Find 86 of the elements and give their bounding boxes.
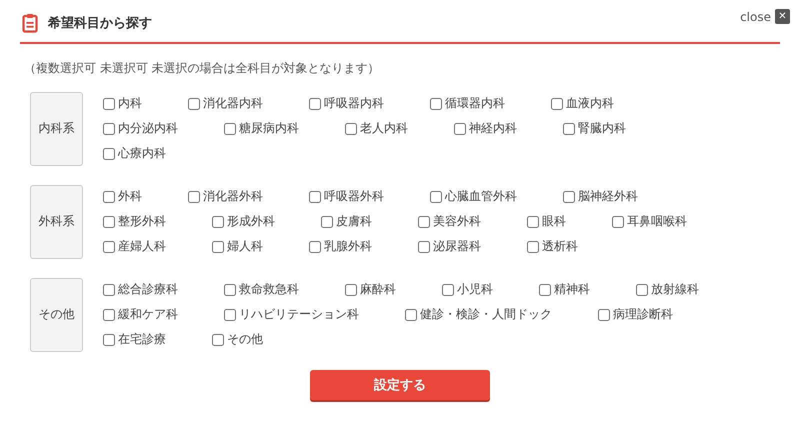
checkbox-label: 総合診療科 <box>118 281 178 298</box>
checkbox-label: 神経内科 <box>469 120 518 137</box>
checkbox[interactable] <box>212 216 224 228</box>
checkbox-label: 老人内科 <box>360 120 408 137</box>
checkbox[interactable] <box>309 240 322 252</box>
checkbox[interactable] <box>188 98 200 110</box>
submit-button[interactable]: 設定する <box>310 370 490 400</box>
checkbox[interactable] <box>212 240 224 252</box>
checkbox-label: 呼吸器内科 <box>324 95 384 112</box>
checkbox-label: 腎臓内科 <box>578 120 626 137</box>
checkbox-label: リハビリテーション科 <box>239 306 360 323</box>
checkbox-label: 心療内科 <box>118 145 166 162</box>
close-button[interactable]: close ✕ <box>740 9 790 24</box>
checkbox-label: 循環器内科 <box>445 95 506 112</box>
checkbox-label: 放射線科 <box>651 281 700 298</box>
checkbox[interactable] <box>454 122 466 134</box>
checkbox-label: 内科 <box>118 95 142 112</box>
checkbox[interactable] <box>345 122 358 134</box>
checkbox[interactable] <box>224 308 236 320</box>
checkbox[interactable] <box>539 284 552 296</box>
checkbox[interactable] <box>345 284 358 296</box>
checkbox[interactable] <box>636 284 648 296</box>
checkbox[interactable] <box>430 98 442 110</box>
checkbox-label: 脳神経外科 <box>578 188 638 205</box>
checkbox-label: 糖尿病内科 <box>239 120 300 137</box>
checkbox-label: 病理診断科 <box>613 306 674 323</box>
checkbox-label: 外科 <box>118 188 142 205</box>
checkbox-label: 産婦人科 <box>118 238 166 255</box>
checkbox[interactable] <box>309 98 322 110</box>
checkbox[interactable] <box>188 190 200 202</box>
checkbox[interactable] <box>224 122 236 134</box>
dialog-title: 希望科目から探す <box>48 14 152 32</box>
checkbox-label: 皮膚科 <box>336 213 372 230</box>
checkbox[interactable] <box>103 148 116 160</box>
checkbox-label: 内分泌内科 <box>118 120 178 137</box>
checkbox[interactable] <box>103 240 116 252</box>
checkbox-label: 小児科 <box>457 281 494 298</box>
checkbox-label: 健診・検診・人間ドック <box>420 306 552 323</box>
checkbox[interactable] <box>563 190 576 202</box>
checkbox[interactable] <box>527 216 540 228</box>
checkbox[interactable] <box>598 308 610 320</box>
checkbox[interactable] <box>612 216 624 228</box>
checkbox-label: 消化器外科 <box>203 188 264 205</box>
checkbox[interactable] <box>418 216 430 228</box>
checkbox[interactable] <box>551 98 564 110</box>
checkbox[interactable] <box>224 284 236 296</box>
instruction-note: （複数選択可 未選択可 未選択の場合は全科目が対象となります） <box>24 60 381 77</box>
checkbox[interactable] <box>527 240 540 252</box>
checkbox[interactable] <box>442 284 454 296</box>
checkbox-label: 消化器内科 <box>203 95 264 112</box>
checkbox-label: 眼科 <box>542 213 566 230</box>
checkbox[interactable] <box>563 122 576 134</box>
category-label: その他 <box>30 278 84 352</box>
checkbox-label: 救命救急科 <box>239 281 300 298</box>
checkbox[interactable] <box>103 122 116 134</box>
checkbox-label: 心臓血管外科 <box>445 188 518 205</box>
checkbox[interactable] <box>430 190 442 202</box>
checkbox-label: 婦人科 <box>227 238 264 255</box>
checkbox-label: 透析科 <box>542 238 578 255</box>
checkbox[interactable] <box>405 308 418 320</box>
checkbox-label: 泌尿器科 <box>433 238 482 255</box>
category-label: 外科系 <box>30 184 84 258</box>
category-label: 内科系 <box>30 92 84 166</box>
clipboard-icon <box>22 13 38 33</box>
checkbox-label: 美容外科 <box>433 213 482 230</box>
checkbox[interactable] <box>103 284 116 296</box>
checkbox-label: 耳鼻咽喉科 <box>627 213 688 230</box>
checkbox[interactable] <box>212 334 224 346</box>
checkbox[interactable] <box>103 98 116 110</box>
checkbox-label: 整形外科 <box>118 213 166 230</box>
checkbox[interactable] <box>309 190 322 202</box>
checkbox-label: 在宅診療 <box>118 331 166 348</box>
checkbox-label: その他 <box>227 331 264 348</box>
checkbox[interactable] <box>103 190 116 202</box>
checkbox[interactable] <box>103 216 116 228</box>
checkbox[interactable] <box>418 240 430 252</box>
checkbox[interactable] <box>103 334 116 346</box>
checkbox-label: 精神科 <box>554 281 590 298</box>
checkbox-label: 乳腺外科 <box>324 238 372 255</box>
checkbox-label: 麻酔科 <box>360 281 396 298</box>
checkbox-label: 形成外科 <box>227 213 276 230</box>
checkbox[interactable] <box>103 308 116 320</box>
checkbox[interactable] <box>321 216 334 228</box>
checkbox-label: 緩和ケア科 <box>118 306 178 323</box>
checkbox-label: 呼吸器外科 <box>324 188 384 205</box>
checkbox-label: 血液内科 <box>566 95 614 112</box>
